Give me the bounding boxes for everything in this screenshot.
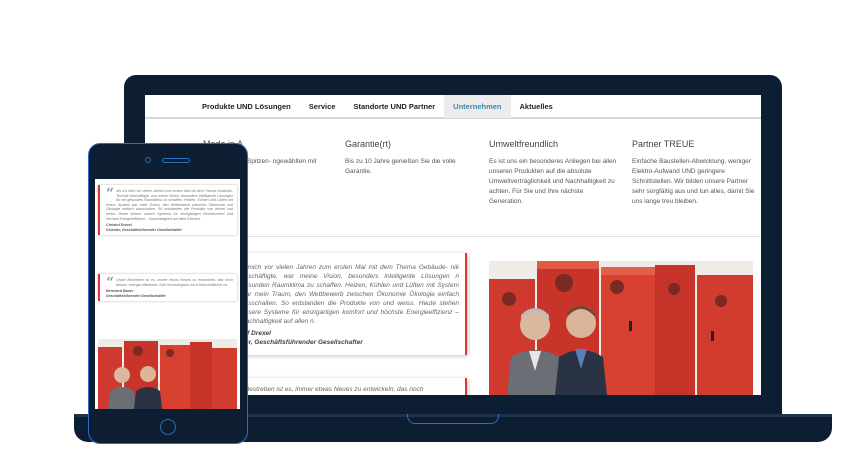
phone-frame: “ Als ich mich vor vielen Jahren zum ers… [88, 143, 248, 444]
device-mockup-stage: Produkte UND Lösungen Service Standorte … [0, 0, 846, 465]
feature-text: Bis zu 10 Jahre genießen Sie die volle G… [345, 158, 456, 175]
mobile-testimonial-text: Als ich mich vor vielen Jahren zum erste… [106, 189, 233, 221]
mobile-team-photo [98, 339, 237, 409]
mobile-testimonial-text: Unser Bestreben ist es, immer etwas Neue… [116, 278, 233, 287]
testimonial-text: h mich vor vielen Jahren zum ersten Mal … [241, 264, 459, 325]
feature-text: Einfache Baustellen-Abwicklung, weniger … [632, 158, 755, 205]
quote-icon: “ [106, 275, 115, 291]
feature-title: Umweltfreundlich [489, 139, 559, 149]
mobile-testimonial-role: Geschäftsführender Gesellschafter [106, 293, 166, 298]
feature-title: Garantie(rt) [345, 139, 392, 149]
team-photo [489, 261, 753, 395]
testimonial-author: tof Drexel [241, 330, 271, 337]
feature-partner-treue: Partner TREUE Einfache Baustellen-Abwick… [632, 139, 761, 207]
phone-speaker-icon [162, 158, 190, 163]
nav-item-service[interactable]: Service [300, 95, 345, 118]
feature-umweltfreundlich: Umweltfreundlich Es ist uns ein besonder… [489, 139, 619, 207]
laptop-trackpad-notch [407, 414, 499, 424]
phone-camera-icon [145, 157, 151, 163]
testimonial-role: der, Geschäftsführender Gesellschafter [241, 339, 363, 346]
nav-item-aktuelles[interactable]: Aktuelles [511, 95, 562, 118]
main-navigation: Produkte UND Lösungen Service Standorte … [145, 95, 761, 119]
mobile-testimonial-card: “ Als ich mich vor vielen Jahren zum ers… [98, 185, 237, 236]
nav-item-produkte[interactable]: Produkte UND Lösungen [193, 95, 300, 118]
nav-item-standorte[interactable]: Standorte UND Partner [344, 95, 444, 118]
nav-item-unternehmen[interactable]: Unternehmen [444, 95, 511, 118]
phone-screen: “ Als ich mich vor vielen Jahren zum ers… [95, 179, 240, 409]
feature-garantie: Garantie(rt) Bis zu 10 Jahre genießen Si… [345, 139, 475, 177]
testimonial-text: r Bestreben ist es, immer etwas Neues zu… [241, 386, 424, 393]
feature-title: Partner TREUE [632, 139, 695, 149]
mobile-testimonial-card: “ Unser Bestreben ist es, immer etwas Ne… [98, 274, 237, 302]
quote-icon: “ [106, 186, 115, 202]
phone-home-button[interactable] [160, 419, 176, 435]
feature-text: Es ist uns ein besonderes Anliegen bei a… [489, 158, 617, 205]
mobile-testimonial-role: Gründer, Geschäftsführender Gesellschaft… [106, 227, 182, 232]
